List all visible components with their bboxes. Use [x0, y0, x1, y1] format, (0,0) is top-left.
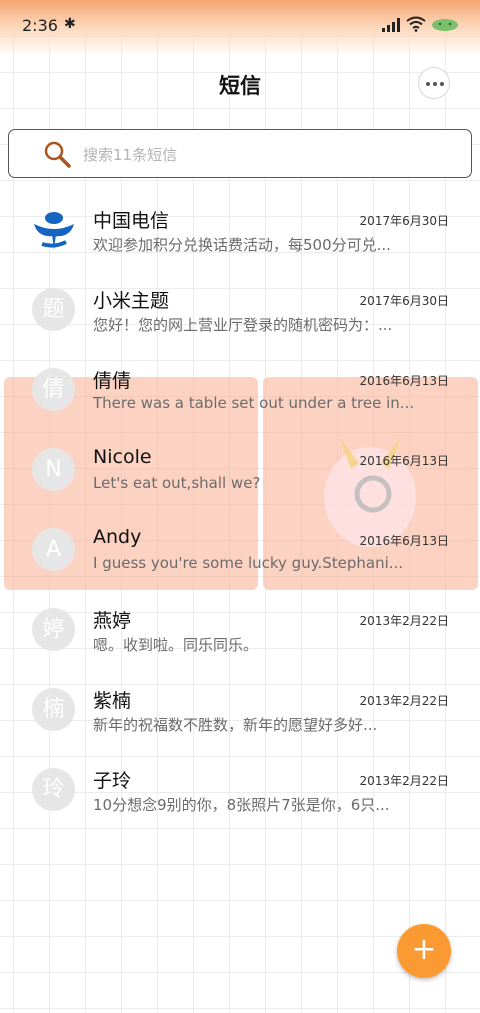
avatar: 楠 [32, 688, 75, 731]
conversation-item[interactable]: 倩 倩倩 2016年6月13日 There was a table set ou… [0, 360, 480, 440]
message-date: 2016年6月13日 [359, 454, 449, 468]
avatar: 题 [32, 288, 75, 331]
contact-name: 子玲 [93, 770, 132, 792]
message-date: 2013年2月22日 [359, 774, 449, 788]
search-input[interactable]: 搜索11条短信 [8, 129, 472, 178]
message-preview: 10分想念9别的你，8张照片7张是你，6只... [93, 796, 390, 814]
conversation-item[interactable]: A Andy 2016年6月13日 I guess you're some lu… [0, 520, 480, 600]
avatar: A [32, 528, 75, 571]
status-time: 2:36 [22, 16, 58, 35]
conversation-item[interactable]: N Nicole 2016年6月13日 Let's eat out,shall … [0, 440, 480, 520]
wifi-icon [406, 16, 426, 32]
message-date: 2016年6月13日 [359, 374, 449, 388]
contact-name: 中国电信 [93, 210, 170, 232]
message-date: 2013年2月22日 [359, 694, 449, 708]
search-icon [44, 141, 71, 168]
new-message-button[interactable]: + [397, 924, 451, 978]
message-preview: Let's eat out,shall we? [93, 474, 261, 492]
dot-icon [433, 82, 437, 86]
contact-name: 紫楠 [93, 690, 132, 712]
bluetooth-icon: ✱ [64, 16, 76, 32]
message-preview: 嗯。收到啦。同乐同乐。 [93, 636, 259, 654]
message-date: 2016年6月13日 [359, 534, 449, 548]
conversation-item[interactable]: 题 小米主题 2017年6月30日 您好！您的网上营业厅登录的随机密码为：... [0, 280, 480, 360]
avatar: N [32, 448, 75, 491]
signal-icon [382, 18, 400, 32]
dot-icon [426, 82, 430, 86]
message-preview: 新年的祝福数不胜数，新年的愿望好多好... [93, 716, 378, 734]
status-bar: 2:36 ✱ [0, 0, 480, 56]
contact-name: 小米主题 [93, 290, 170, 312]
message-date: 2017年6月30日 [359, 214, 449, 228]
conversation-item[interactable]: 楠 紫楠 2013年2月22日 新年的祝福数不胜数，新年的愿望好多好... [0, 680, 480, 760]
message-date: 2013年2月22日 [359, 614, 449, 628]
message-date: 2017年6月30日 [359, 294, 449, 308]
contact-name: Andy [93, 526, 142, 548]
contact-name: 倩倩 [93, 370, 132, 392]
avatar: 玲 [32, 768, 75, 811]
conversation-item[interactable]: 玲 子玲 2013年2月22日 10分想念9别的你，8张照片7张是你，6只... [0, 760, 480, 840]
contact-name: 燕婷 [93, 610, 132, 632]
conversation-item[interactable]: 中国电信 2017年6月30日 欢迎参加积分兑换话费活动，每500分可兑... [0, 200, 480, 280]
page-title: 短信 [219, 74, 261, 98]
message-preview: 欢迎参加积分兑换话费活动，每500分可兑... [93, 236, 391, 254]
conversation-item[interactable]: 婷 燕婷 2013年2月22日 嗯。收到啦。同乐同乐。 [0, 600, 480, 680]
battery-icon [432, 19, 458, 31]
contact-name: Nicole [93, 446, 152, 468]
message-preview: There was a table set out under a tree i… [93, 394, 415, 412]
search-placeholder: 搜索11条短信 [83, 146, 178, 164]
more-options-button[interactable] [418, 67, 450, 99]
dot-icon [440, 82, 444, 86]
message-preview: I guess you're some lucky guy.Stephani..… [93, 554, 404, 572]
avatar: 婷 [32, 608, 75, 651]
avatar: 倩 [32, 368, 75, 411]
china-telecom-logo-icon [34, 212, 74, 250]
message-preview: 您好！您的网上营业厅登录的随机密码为：... [93, 316, 393, 334]
